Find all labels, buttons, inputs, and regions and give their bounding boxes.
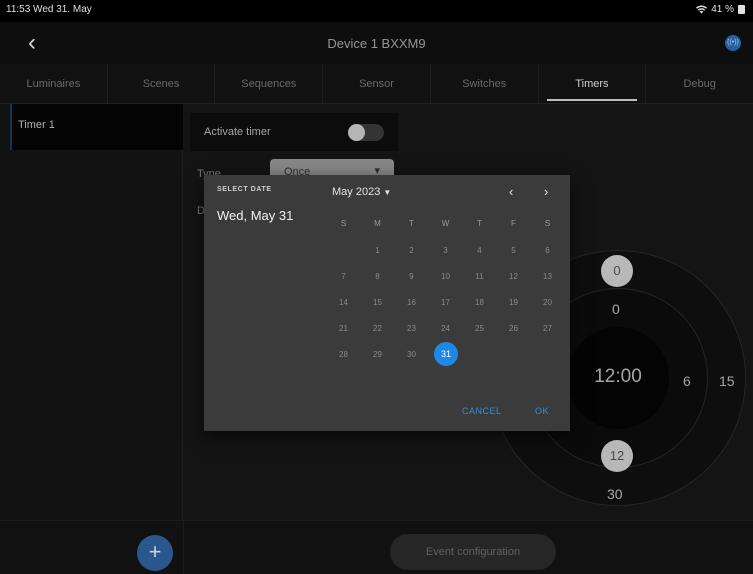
date-picker-dialog: SELECT DATE Wed, May 31 May 2023 ▼ ‹ › S … bbox=[204, 175, 570, 431]
ok-button[interactable]: OK bbox=[535, 406, 549, 416]
calendar-day[interactable]: 16 bbox=[395, 298, 428, 307]
calendar-day[interactable]: 17 bbox=[429, 298, 462, 307]
calendar-day[interactable]: 4 bbox=[463, 246, 496, 255]
app-screen: 11:53 Wed 31. May 41 % ‹ Device 1 BXXM9 … bbox=[0, 0, 753, 574]
calendar-day[interactable]: 6 bbox=[531, 246, 564, 255]
calendar-day[interactable]: 29 bbox=[361, 350, 394, 359]
weekday-label: T bbox=[477, 219, 482, 228]
calendar-day[interactable]: 13 bbox=[531, 272, 564, 281]
calendar-day[interactable]: 10 bbox=[429, 272, 462, 281]
calendar-day[interactable]: 24 bbox=[429, 324, 462, 333]
cancel-button[interactable]: CANCEL bbox=[462, 406, 502, 416]
select-date-label: SELECT DATE bbox=[217, 186, 272, 193]
calendar-day[interactable]: 22 bbox=[361, 324, 394, 333]
calendar-day[interactable]: 12 bbox=[497, 272, 530, 281]
calendar-day[interactable]: 27 bbox=[531, 324, 564, 333]
weekday-label: S bbox=[340, 219, 347, 228]
calendar-day[interactable]: 30 bbox=[395, 350, 428, 359]
calendar-day[interactable]: 2 bbox=[395, 246, 428, 255]
calendar-day[interactable]: 11 bbox=[463, 272, 496, 281]
date-picker-header: SELECT DATE Wed, May 31 bbox=[204, 175, 326, 431]
chevron-left-icon[interactable]: ‹ bbox=[509, 184, 513, 199]
calendar-day[interactable]: 3 bbox=[429, 246, 462, 255]
calendar-day[interactable]: 28 bbox=[327, 350, 360, 359]
calendar-day[interactable]: 18 bbox=[463, 298, 496, 307]
calendar-day[interactable]: 1 bbox=[361, 246, 394, 255]
calendar-day[interactable]: 5 bbox=[497, 246, 530, 255]
calendar-day[interactable]: 9 bbox=[395, 272, 428, 281]
calendar-day[interactable]: 19 bbox=[497, 298, 530, 307]
calendar-day[interactable]: 21 bbox=[327, 324, 360, 333]
caret-down-icon: ▼ bbox=[383, 188, 392, 197]
calendar-day[interactable]: 25 bbox=[463, 324, 496, 333]
calendar-day[interactable]: 15 bbox=[361, 298, 394, 307]
calendar-day[interactable]: 20 bbox=[531, 298, 564, 307]
chevron-right-icon[interactable]: › bbox=[544, 184, 548, 199]
calendar-day-selected[interactable]: 31 bbox=[434, 342, 458, 366]
weekday-label: M bbox=[374, 219, 381, 228]
calendar-day[interactable]: 7 bbox=[327, 272, 360, 281]
weekday-label: T bbox=[409, 219, 414, 228]
calendar-day[interactable]: 14 bbox=[327, 298, 360, 307]
month-selector[interactable]: May 2023 ▼ bbox=[332, 186, 391, 198]
calendar-day[interactable]: 26 bbox=[497, 324, 530, 333]
weekday-label: S bbox=[544, 219, 551, 228]
selected-date-text: Wed, May 31 bbox=[217, 208, 294, 223]
calendar-day[interactable]: 8 bbox=[361, 272, 394, 281]
weekday-label: F bbox=[511, 219, 516, 228]
weekday-label: W bbox=[441, 219, 450, 228]
calendar-day[interactable]: 23 bbox=[395, 324, 428, 333]
month-label: May 2023 bbox=[332, 186, 381, 198]
